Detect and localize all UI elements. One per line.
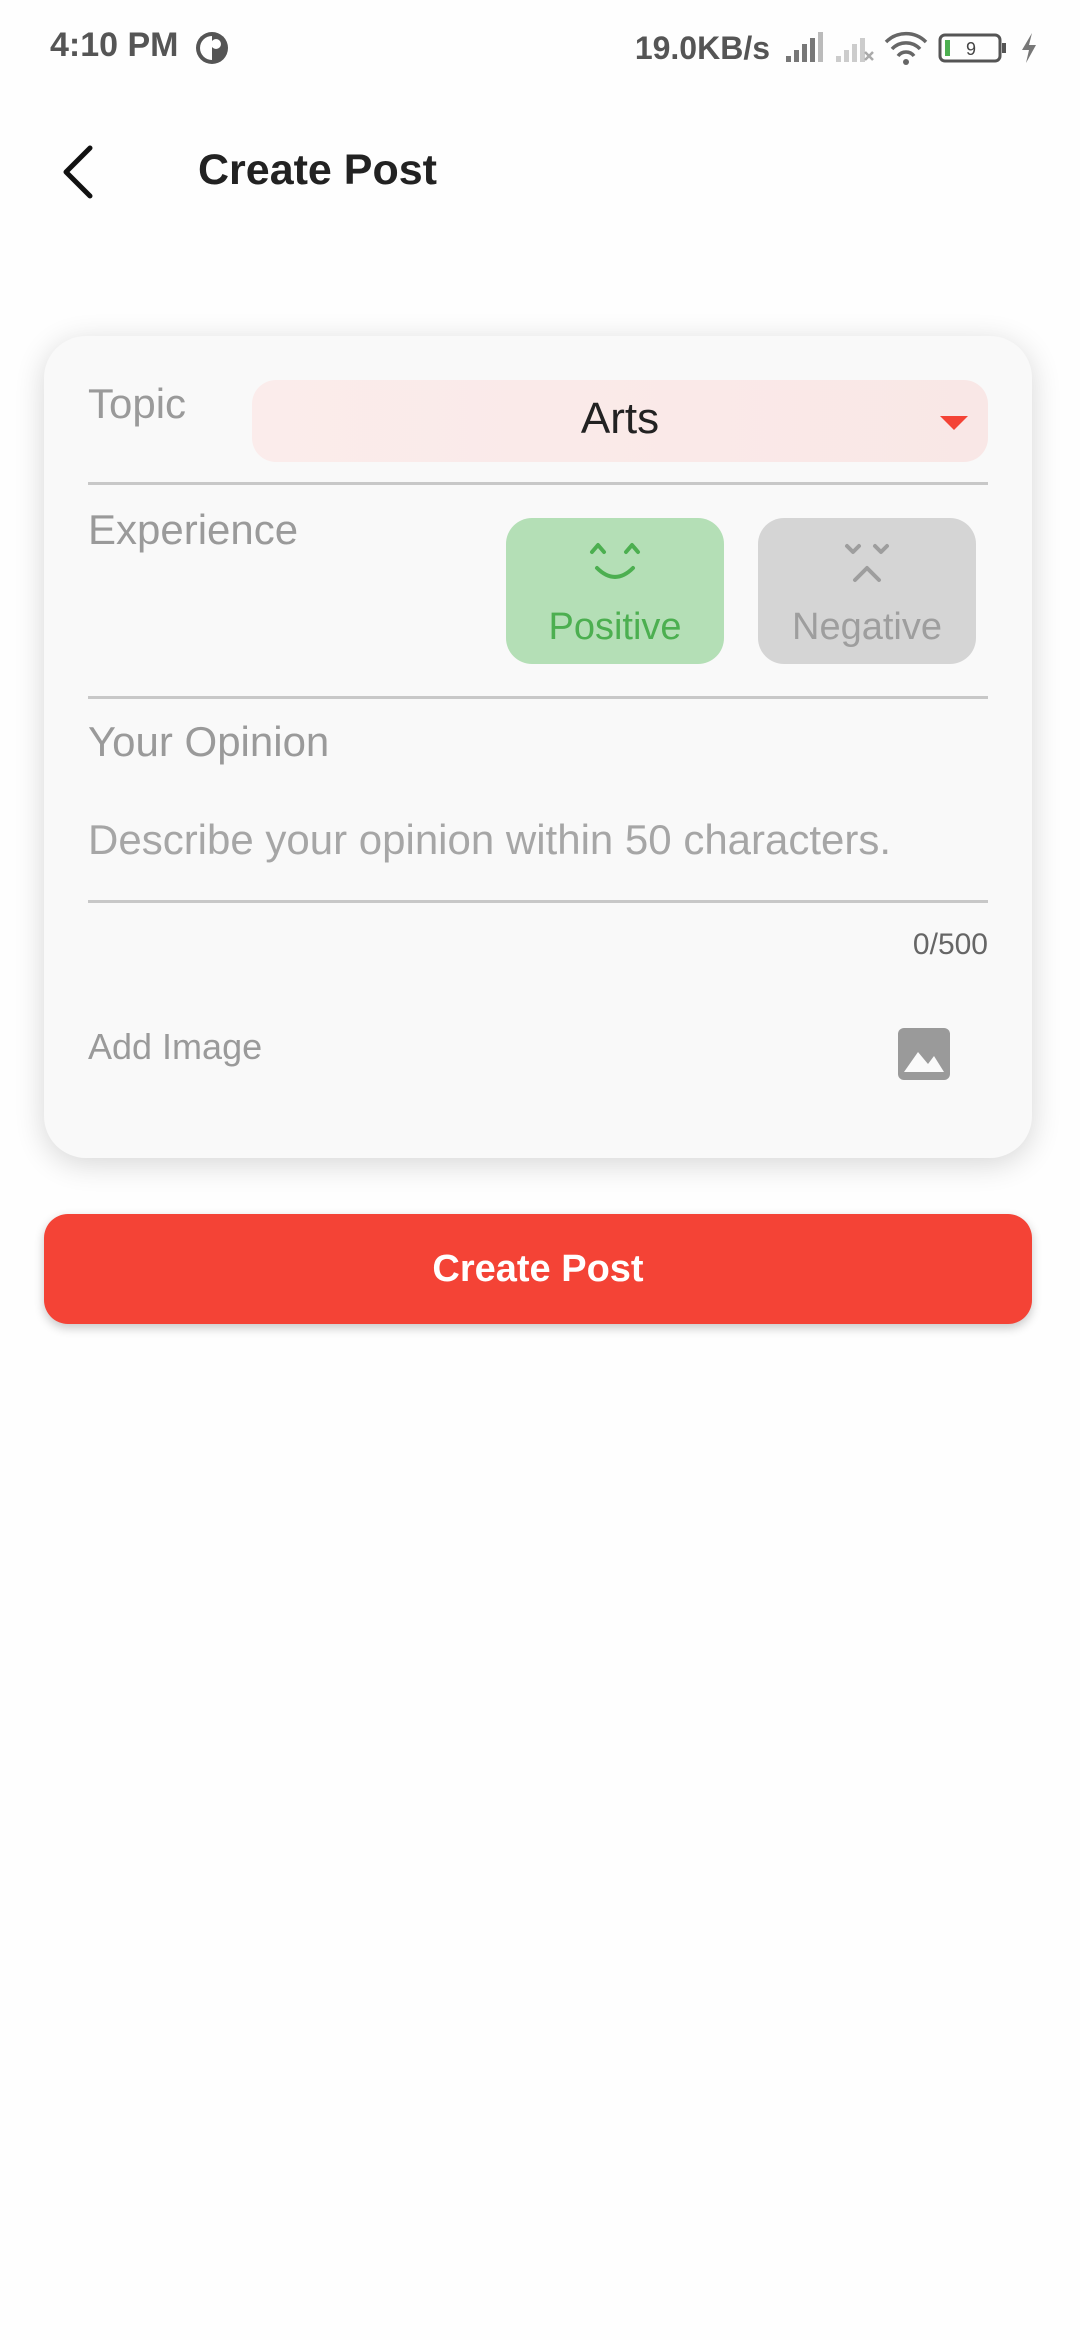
- battery-icon: 9: [938, 33, 1006, 63]
- negative-label: Negative: [792, 606, 942, 648]
- create-post-form: Topic Arts Experience Positive Negative …: [44, 336, 1032, 1158]
- charging-icon: [1022, 33, 1036, 63]
- positive-label: Positive: [548, 606, 682, 648]
- status-indicators: 19.0KB/s 9: [635, 24, 1040, 72]
- status-bar: 4:10 PM 19.0KB/s 9: [0, 0, 1080, 96]
- wifi-icon: [884, 31, 928, 65]
- topic-label: Topic: [88, 380, 187, 427]
- page-title: Create Post: [198, 146, 437, 194]
- create-post-button[interactable]: Create Post: [44, 1214, 1032, 1324]
- experience-negative-button[interactable]: Negative: [758, 518, 976, 664]
- happy-face-icon: [590, 543, 640, 579]
- dropdown-triangle-icon: [940, 416, 968, 430]
- signal-no-service-icon: [836, 38, 874, 62]
- opinion-label: Your Opinion: [88, 718, 330, 765]
- experience-label: Experience: [88, 506, 299, 553]
- image-icon[interactable]: [896, 1026, 952, 1082]
- back-button[interactable]: [48, 142, 108, 202]
- topic-selected-value: Arts: [580, 394, 660, 443]
- app-notification-icon: [196, 32, 228, 64]
- divider: [88, 482, 988, 485]
- back-arrow-icon: [63, 145, 93, 199]
- signal-icon: [786, 32, 823, 62]
- add-image-label: Add Image: [88, 1026, 263, 1067]
- topic-dropdown[interactable]: Arts: [252, 380, 988, 462]
- divider: [88, 696, 988, 699]
- top-app-bar: Create Post: [0, 120, 1080, 224]
- opinion-input[interactable]: [88, 810, 988, 870]
- battery-level: 9: [966, 39, 976, 59]
- status-time: 4:10 PM: [50, 26, 179, 64]
- opinion-underline: [88, 900, 988, 903]
- experience-positive-button[interactable]: Positive: [506, 518, 724, 664]
- network-speed: 19.0KB/s: [634, 29, 770, 66]
- character-counter: 0/500: [912, 928, 988, 961]
- sad-face-icon: [845, 544, 889, 582]
